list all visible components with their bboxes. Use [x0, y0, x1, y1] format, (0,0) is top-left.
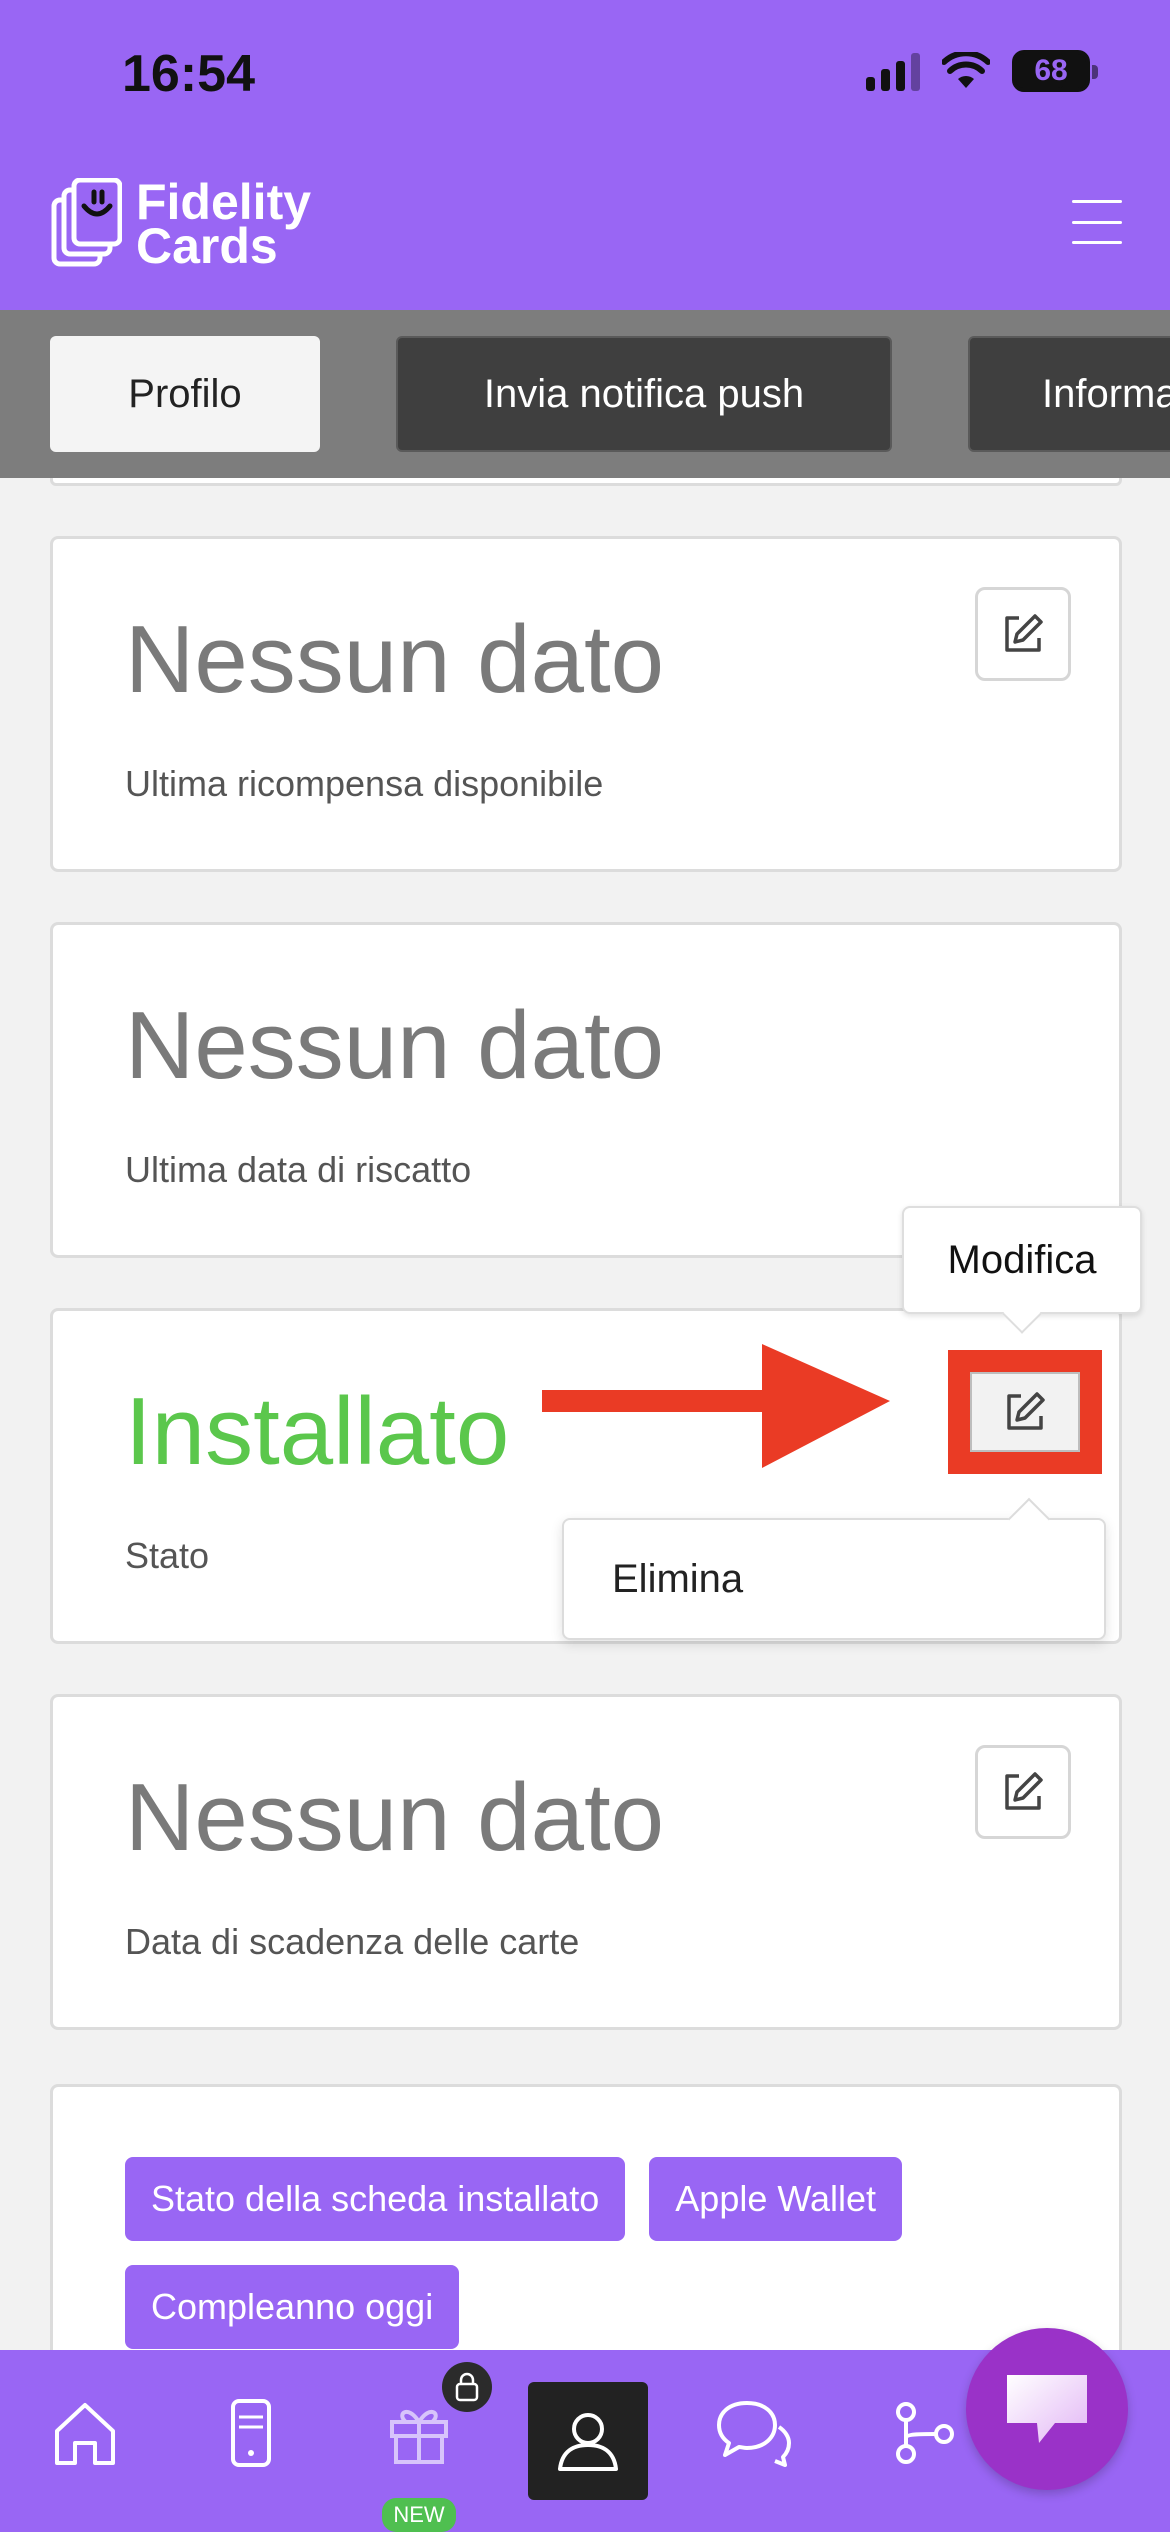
tab-profilo[interactable]: Profilo [50, 336, 320, 452]
tab-strip: Profilo Invia notifica push Informa [0, 310, 1170, 478]
card-expiry-date: Nessun dato Data di scadenza delle carte [50, 1694, 1122, 2030]
cards-logo-icon [51, 178, 122, 267]
edit-icon [1005, 1772, 1043, 1810]
tag-item[interactable]: Apple Wallet [649, 2157, 903, 2241]
card-value: Installato [125, 1378, 510, 1485]
customers-icon[interactable] [528, 2382, 648, 2500]
phone-card-icon[interactable] [206, 2388, 296, 2478]
brand-name: Fidelity Cards [136, 174, 312, 274]
card-label: Data di scadenza delle carte [125, 1921, 580, 1962]
card-label: Ultima ricompensa disponibile [125, 763, 604, 804]
delete-menu-item[interactable]: Elimina [612, 1520, 743, 1638]
home-icon[interactable] [40, 2388, 130, 2478]
tags-card: Stato della scheda installato Apple Wall… [50, 2084, 1122, 2350]
previous-card-edge [50, 478, 1122, 486]
app-header: 16:54 68 Fidelity Cards [0, 0, 1170, 310]
chat-fab-button[interactable] [966, 2328, 1128, 2490]
highlighted-edit-button[interactable] [948, 1350, 1102, 1474]
edit-icon [1005, 614, 1043, 652]
status-time: 16:54 [122, 45, 255, 103]
chat-icon [1007, 2375, 1087, 2443]
card-value: Nessun dato [125, 606, 665, 713]
cellular-signal-icon [866, 51, 920, 91]
tab-informa[interactable]: Informa [968, 336, 1170, 452]
annotation-arrow-icon [542, 1344, 890, 1468]
brand-logo[interactable]: Fidelity Cards [50, 174, 312, 274]
wifi-icon [942, 52, 990, 88]
edit-button[interactable] [975, 1745, 1071, 1839]
status-icons: 68 [866, 50, 1098, 92]
card-label: Stato [125, 1535, 210, 1576]
edit-icon [1007, 1392, 1045, 1430]
card-label: Ultima data di riscatto [125, 1149, 472, 1190]
battery-icon: 68 [1012, 50, 1098, 92]
edit-tooltip: Modifica [902, 1206, 1142, 1314]
chat-bubbles-icon[interactable] [708, 2388, 798, 2478]
branch-flow-icon[interactable] [880, 2388, 970, 2478]
card-value: Nessun dato [125, 992, 665, 1099]
tab-invia-notifica-push[interactable]: Invia notifica push [396, 336, 892, 452]
context-menu: Elimina [562, 1518, 1106, 1640]
tag-list: Stato della scheda installato Apple Wall… [125, 2157, 1065, 2349]
card-value: Nessun dato [125, 1764, 665, 1871]
tag-item[interactable]: Stato della scheda installato [125, 2157, 626, 2241]
hamburger-menu-icon[interactable] [1072, 200, 1122, 244]
edit-button[interactable] [975, 587, 1071, 681]
battery-level: 68 [1034, 54, 1068, 87]
edit-button[interactable] [970, 1372, 1080, 1452]
lock-icon [442, 2362, 492, 2412]
card-last-reward: Nessun dato Ultima ricompensa disponibil… [50, 536, 1122, 872]
new-badge: NEW [382, 2498, 456, 2532]
tag-item[interactable]: Compleanno oggi [125, 2265, 460, 2349]
